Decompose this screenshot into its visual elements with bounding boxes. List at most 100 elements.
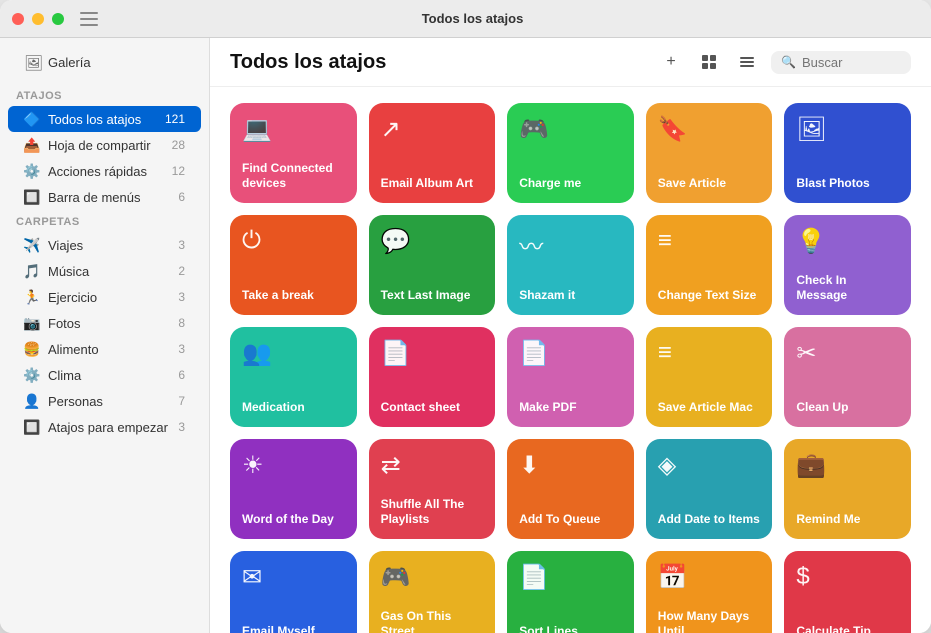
shortcut-card-email-album[interactable]: ↗ Email Album Art	[369, 103, 496, 203]
search-box: 🔍	[771, 51, 911, 74]
sidebar-item-clima[interactable]: ⚙️ Clima 6	[8, 362, 201, 388]
list-view-button[interactable]	[733, 48, 761, 76]
personas-icon: 👤	[24, 393, 40, 409]
shortcut-icon-email-album: ↗	[381, 115, 484, 144]
shortcut-label-find-connected: Find Connected devices	[242, 161, 345, 191]
sidebar-item-fotos[interactable]: 📷 Fotos 8	[8, 310, 201, 336]
fotos-label: Fotos	[48, 316, 170, 331]
search-input[interactable]	[802, 55, 901, 70]
gallery-label: Galería	[48, 55, 91, 70]
musica-count: 2	[178, 264, 185, 278]
shortcut-label-make-pdf: Make PDF	[519, 400, 622, 415]
shortcut-card-remind-me[interactable]: 💼Remind Me	[784, 439, 911, 539]
shortcut-card-gas-on-street[interactable]: 🎮Gas On This Street	[369, 551, 496, 633]
shortcut-icon-blast-photos: 🖼	[796, 115, 899, 144]
shortcut-card-sort-lines[interactable]: 📄Sort Lines	[507, 551, 634, 633]
shortcut-card-make-pdf[interactable]: 📄Make PDF	[507, 327, 634, 427]
shortcut-card-take-break[interactable]: ⏻Take a break	[230, 215, 357, 315]
sidebar-section-carpetas: Carpetas	[0, 210, 209, 232]
shortcut-card-shuffle-playlists[interactable]: ⇄Shuffle All The Playlists	[369, 439, 496, 539]
clima-count: 6	[178, 368, 185, 382]
shortcut-card-add-to-queue[interactable]: ⬇ Add To Queue	[507, 439, 634, 539]
sidebar-item-barra[interactable]: 🔲 Barra de menús 6	[8, 184, 201, 210]
sidebar-item-musica[interactable]: 🎵 Música 2	[8, 258, 201, 284]
sidebar-section-atajos: Atajos	[0, 84, 209, 106]
list-icon	[739, 54, 755, 70]
shortcut-label-save-article-mac: Save Article Mac	[658, 400, 761, 415]
sidebar-item-acciones[interactable]: ⚙️ Acciones rápidas 12	[8, 158, 201, 184]
shortcut-card-email-myself[interactable]: ✉Email Myself	[230, 551, 357, 633]
shortcut-icon-gas-on-street: 🎮	[381, 563, 484, 592]
shortcut-icon-find-connected: 💻	[242, 115, 345, 144]
shortcut-label-medication: Medication	[242, 400, 345, 415]
shortcut-icon-add-date-items: ◈	[658, 451, 761, 480]
musica-label: Música	[48, 264, 170, 279]
shortcut-icon-medication: 👥	[242, 339, 345, 368]
shortcut-icon-how-many-days: 📅	[658, 563, 761, 592]
shortcut-label-take-break: Take a break	[242, 288, 345, 303]
shortcut-label-contact-sheet: Contact sheet	[381, 400, 484, 415]
shortcut-card-charge-me[interactable]: 🎮Charge me	[507, 103, 634, 203]
shortcut-label-word-of-day: Word of the Day	[242, 512, 345, 527]
shortcut-card-calculate-tip[interactable]: $Calculate Tip	[784, 551, 911, 633]
shortcut-card-how-many-days[interactable]: 📅 How Many Days Until	[646, 551, 773, 633]
shortcut-card-save-article-mac[interactable]: ≡ Save Article Mac	[646, 327, 773, 427]
shortcut-card-text-last-image[interactable]: 💬Text Last Image	[369, 215, 496, 315]
shortcut-icon-email-myself: ✉	[242, 563, 345, 592]
shortcut-card-word-of-day[interactable]: ☀Word of the Day	[230, 439, 357, 539]
shortcut-card-medication[interactable]: 👥 Medication	[230, 327, 357, 427]
shortcut-icon-contact-sheet: 📄	[381, 339, 484, 368]
shortcut-label-email-album: Email Album Art	[381, 176, 484, 191]
shortcut-card-blast-photos[interactable]: 🖼Blast Photos	[784, 103, 911, 203]
page-title: Todos los atajos	[230, 51, 647, 74]
shortcut-card-change-text-size[interactable]: ≡Change Text Size	[646, 215, 773, 315]
sidebar-item-viajes[interactable]: ✈️ Viajes 3	[8, 232, 201, 258]
window-title: Todos los atajos	[26, 11, 919, 26]
fotos-count: 8	[178, 316, 185, 330]
title-bar: Todos los atajos	[0, 0, 931, 38]
shortcut-icon-add-to-queue: ⬇	[519, 451, 622, 480]
todos-label: Todos los atajos	[48, 112, 157, 127]
atajos-empezar-label: Atajos para empezar	[48, 420, 170, 435]
sidebar-item-hoja[interactable]: 📤 Hoja de compartir 28	[8, 132, 201, 158]
shortcut-card-find-connected[interactable]: 💻 Find Connected devices	[230, 103, 357, 203]
shortcut-label-text-last-image: Text Last Image	[381, 288, 484, 303]
todos-icon: 🔷	[24, 111, 40, 127]
barra-count: 6	[178, 190, 185, 204]
fotos-icon: 📷	[24, 315, 40, 331]
shortcut-card-check-in-message[interactable]: 💡Check In Message	[784, 215, 911, 315]
shortcut-card-add-date-items[interactable]: ◈Add Date to Items	[646, 439, 773, 539]
hoja-label: Hoja de compartir	[48, 138, 164, 153]
sidebar-item-todos[interactable]: 🔷 Todos los atajos 121	[8, 106, 201, 132]
sidebar-item-alimento[interactable]: 🍔 Alimento 3	[8, 336, 201, 362]
shortcut-card-save-article[interactable]: 🔖Save Article	[646, 103, 773, 203]
shortcut-card-shazam-it[interactable]: 〰Shazam it	[507, 215, 634, 315]
sidebar-item-atajos-empezar[interactable]: 🔲 Atajos para empezar 3	[8, 414, 201, 440]
add-button[interactable]: +	[657, 48, 685, 76]
todos-count: 121	[165, 112, 185, 126]
shortcut-icon-shuffle-playlists: ⇄	[381, 451, 484, 480]
shortcut-label-change-text-size: Change Text Size	[658, 288, 761, 303]
shortcut-card-contact-sheet[interactable]: 📄 Contact sheet	[369, 327, 496, 427]
atajos-empezar-icon: 🔲	[24, 419, 40, 435]
hoja-count: 28	[172, 138, 185, 152]
viajes-icon: ✈️	[24, 237, 40, 253]
shortcut-label-calculate-tip: Calculate Tip	[796, 624, 899, 633]
ejercicio-icon: 🏃	[24, 289, 40, 305]
shortcuts-grid: 💻 Find Connected devices ↗ Email Album Art 🎮…	[210, 87, 931, 633]
acciones-label: Acciones rápidas	[48, 164, 164, 179]
alimento-icon: 🍔	[24, 341, 40, 357]
shortcut-icon-save-article-mac: ≡	[658, 339, 761, 367]
sidebar-item-ejercicio[interactable]: 🏃 Ejercicio 3	[8, 284, 201, 310]
shortcut-label-clean-up: Clean Up	[796, 400, 899, 415]
grid-view-button[interactable]	[695, 48, 723, 76]
shortcut-label-how-many-days: How Many Days Until	[658, 609, 761, 633]
shortcut-icon-shazam-it: 〰	[519, 227, 622, 262]
sidebar-item-gallery[interactable]: 🖼 Galería	[8, 48, 201, 76]
sidebar-item-personas[interactable]: 👤 Personas 7	[8, 388, 201, 414]
main-header: Todos los atajos +	[210, 38, 931, 87]
shortcut-label-add-to-queue: Add To Queue	[519, 512, 622, 527]
ejercicio-label: Ejercicio	[48, 290, 170, 305]
shortcut-card-clean-up[interactable]: ✂Clean Up	[784, 327, 911, 427]
close-button[interactable]	[12, 13, 24, 25]
